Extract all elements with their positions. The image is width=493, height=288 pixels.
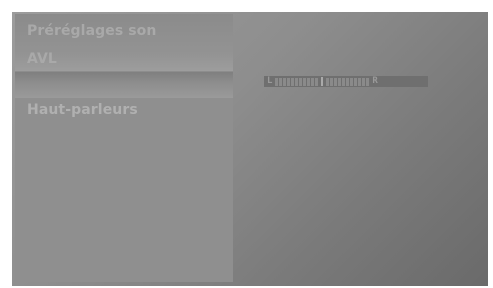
balance-tick: [350, 77, 354, 86]
balance-tick: [307, 77, 311, 86]
balance-tick: [283, 77, 287, 86]
balance-tick: [342, 77, 346, 86]
menu-item-avl[interactable]: AVL: [15, 48, 233, 72]
balance-tick: [334, 77, 338, 86]
balance-tick: [362, 77, 366, 86]
balance-left-label: L: [267, 76, 273, 86]
balance-tick: [366, 77, 370, 86]
tv-screen: Préréglages son AVL Haut-parleurs L R: [12, 12, 488, 286]
balance-tick: [338, 77, 342, 86]
balance-tick: [358, 77, 362, 86]
menu-item-label: AVL: [27, 51, 57, 67]
balance-slider[interactable]: L R: [264, 76, 428, 87]
balance-right-label: R: [372, 76, 378, 86]
balance-tick: [279, 77, 283, 86]
balance-tick: [346, 77, 350, 86]
balance-center-marker: [321, 77, 324, 86]
menu-item-speakers[interactable]: Haut-parleurs: [15, 98, 233, 282]
balance-ticks-left: [275, 77, 319, 86]
balance-tick: [295, 77, 299, 86]
balance-tick: [330, 77, 334, 86]
balance-tick: [299, 77, 303, 86]
balance-tick: [287, 77, 291, 86]
balance-tick: [303, 77, 307, 86]
menu-divider: [15, 72, 233, 98]
sound-menu-panel: Préréglages son AVL Haut-parleurs: [15, 14, 233, 282]
balance-tick: [291, 77, 295, 86]
balance-tick: [311, 77, 315, 86]
balance-ticks-right: [326, 77, 370, 86]
menu-item-label: Haut-parleurs: [27, 102, 138, 118]
balance-tick: [354, 77, 358, 86]
balance-tick: [326, 77, 330, 86]
balance-tick: [275, 77, 279, 86]
menu-item-label: Préréglages son: [27, 23, 157, 39]
balance-tick: [315, 77, 319, 86]
